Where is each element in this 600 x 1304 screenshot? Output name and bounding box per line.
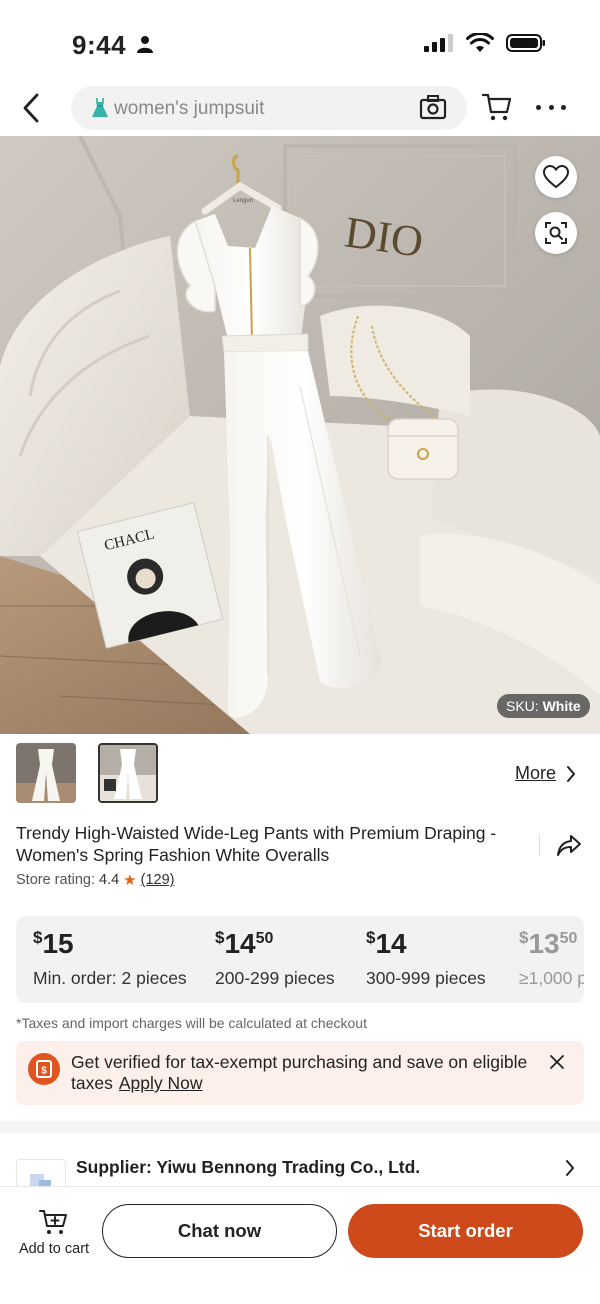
search-input[interactable]: women's jumpsuit	[71, 86, 467, 130]
price-tier-qty: 300-999 pieces	[366, 968, 486, 988]
rating-label: Store rating:	[16, 872, 95, 888]
store-rating: Store rating: 4.4 ★ (129)	[16, 871, 174, 889]
add-to-cart-button[interactable]: Add to cart	[14, 1207, 94, 1257]
person-icon	[137, 36, 153, 53]
chevron-right-icon[interactable]	[566, 766, 576, 782]
sku-label: SKU:	[506, 698, 539, 714]
price-whole: 14	[224, 928, 256, 959]
price-cents: 50	[255, 930, 274, 947]
price-whole: 15	[42, 928, 74, 959]
price-tiers: $15 Min. order: 2 pieces $1450 200-299 p…	[16, 916, 584, 1003]
rating-value: 4.4	[99, 872, 120, 888]
price-whole: 13	[528, 928, 560, 959]
svg-text:$: $	[41, 1066, 47, 1077]
dress-icon	[92, 98, 108, 117]
chat-now-button[interactable]: Chat now	[102, 1204, 337, 1258]
price-tier: $15 Min. order: 2 pieces	[33, 928, 187, 989]
more-icon[interactable]	[536, 94, 566, 120]
apply-now-link[interactable]: Apply Now	[119, 1073, 203, 1093]
battery-icon	[506, 34, 545, 52]
section-divider	[0, 1121, 600, 1133]
header: women's jumpsuit	[0, 84, 600, 132]
status-time: 9:44	[72, 30, 127, 60]
back-button[interactable]	[14, 90, 48, 126]
more-images-link[interactable]: More	[515, 763, 556, 784]
rating-count[interactable]: (129)	[141, 872, 175, 888]
product-image[interactable]: DIO CHACL Lengun	[0, 136, 600, 734]
supplier-name[interactable]: Supplier: Yiwu Bennong Trading Co., Ltd.	[76, 1157, 420, 1178]
wifi-icon	[466, 33, 494, 52]
visual-search-button[interactable]	[535, 212, 577, 254]
sku-badge: SKU: White	[497, 694, 590, 718]
status-bar: 9:44	[0, 0, 600, 86]
star-icon: ★	[123, 872, 137, 889]
bottom-action-bar: Add to cart Chat now Start order	[0, 1186, 600, 1304]
price-whole: 14	[375, 928, 407, 959]
sku-value: White	[542, 698, 581, 714]
promo-text: Get verified for tax-exempt purchasing a…	[71, 1052, 551, 1094]
price-tier-qty: Min. order: 2 pieces	[33, 968, 187, 988]
share-icon[interactable]	[556, 832, 582, 858]
price-tier: $1350 ≥1,000 pieces	[519, 928, 584, 989]
tax-badge-icon: $	[28, 1053, 60, 1085]
search-query: women's jumpsuit	[114, 98, 265, 119]
price-tier: $1450 200-299 pieces	[215, 928, 335, 989]
tax-note: *Taxes and import charges will be calcul…	[16, 1015, 367, 1031]
svg-text:Lengun: Lengun	[233, 198, 253, 204]
add-cart-icon	[39, 1210, 67, 1234]
thumbnail-2[interactable]	[98, 743, 158, 803]
add-to-cart-label: Add to cart	[18, 1241, 90, 1257]
camera-icon[interactable]	[419, 94, 447, 122]
cellular-signal-icon	[424, 34, 453, 52]
image-search-icon	[545, 222, 567, 244]
chevron-right-icon[interactable]	[565, 1160, 575, 1176]
tax-exempt-banner: $ Get verified for tax-exempt purchasing…	[16, 1041, 584, 1105]
close-icon[interactable]	[549, 1054, 565, 1070]
product-title: Trendy High-Waisted Wide-Leg Pants with …	[16, 823, 497, 865]
favorite-button[interactable]	[535, 156, 577, 198]
thumbnail-1[interactable]	[16, 743, 76, 803]
price-cents: 50	[559, 930, 578, 947]
cart-icon[interactable]	[482, 92, 512, 122]
price-tier-qty: ≥1,000 pieces	[519, 968, 584, 988]
product-title-block: Trendy High-Waisted Wide-Leg Pants with …	[16, 822, 521, 866]
heart-icon	[543, 165, 569, 189]
back-icon	[23, 93, 39, 123]
price-tier-qty: 200-299 pieces	[215, 968, 335, 988]
divider	[539, 834, 540, 856]
start-order-button[interactable]: Start order	[348, 1204, 583, 1258]
price-tier: $14 300-999 pieces	[366, 928, 486, 989]
